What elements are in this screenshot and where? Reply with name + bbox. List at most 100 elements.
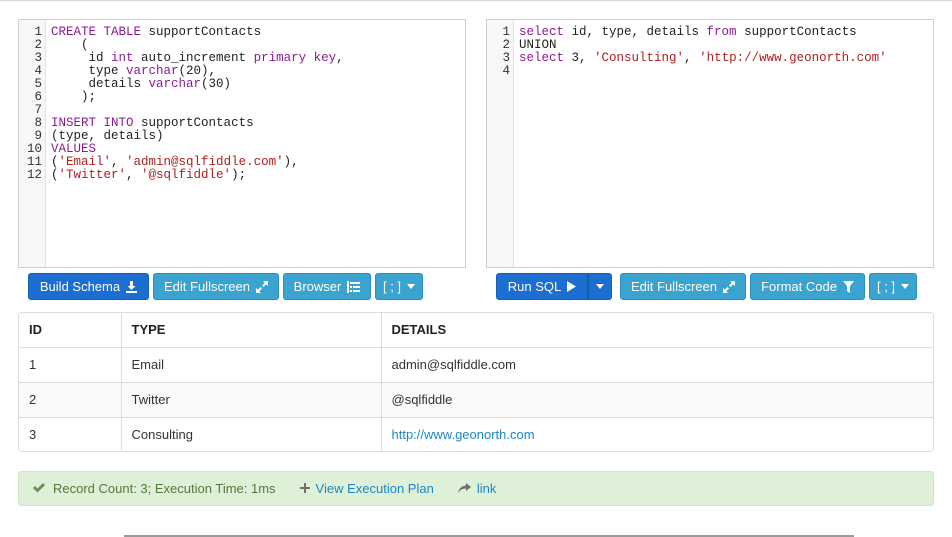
record-count-text: Record Count: 3; Execution Time: 1ms [53, 481, 276, 496]
sql-keyword: varchar [126, 64, 179, 78]
sql-keyword: from [706, 25, 737, 39]
plus-icon [299, 481, 310, 496]
column-header-id: ID [19, 313, 121, 348]
sql-keyword: TABLE [103, 25, 142, 39]
edit-fullscreen-schema-label: Edit Fullscreen [164, 279, 250, 294]
code-text: ('Twitter', '@sqlfiddle'); [42, 169, 246, 182]
terminator-schema-label: [ ; ] [382, 279, 402, 294]
edit-fullscreen-query-button[interactable]: Edit Fullscreen [620, 273, 746, 300]
sql-token: (20), [178, 64, 217, 78]
sql-token: ), [283, 155, 299, 169]
sql-token: UNION [519, 38, 557, 52]
view-execution-plan-link[interactable]: View Execution Plan [299, 481, 434, 496]
sql-token: id, type, details [564, 25, 707, 39]
run-sql-button[interactable]: Run SQL [496, 273, 588, 300]
run-sql-options-dropdown[interactable] [588, 273, 612, 300]
status-summary: Record Count: 3; Execution Time: 1ms [33, 481, 276, 496]
sql-keyword: select [519, 25, 565, 39]
cell-id: 2 [19, 381, 121, 417]
sql-token: , [336, 51, 344, 65]
code-text: ); [42, 91, 96, 104]
share-arrow-icon [457, 481, 471, 496]
sql-string: 'http://www.geonorth.com' [699, 51, 887, 65]
sql-token: supportContacts [133, 116, 254, 130]
browser-button[interactable]: Browser [283, 273, 371, 300]
tree-list-icon [347, 280, 361, 293]
sql-string: 'Consulting' [594, 51, 685, 65]
code-line[interactable]: 6 ); [19, 91, 465, 104]
expand-icon [722, 280, 735, 293]
sql-token: ); [51, 90, 97, 104]
details-link[interactable]: http://www.geonorth.com [392, 427, 535, 442]
sql-token: supportContacts [141, 25, 262, 39]
sql-token: ); [231, 168, 247, 182]
sql-keyword: varchar [148, 77, 202, 91]
sql-keyword: select [519, 51, 565, 65]
sql-string: 'Email' [58, 155, 112, 169]
column-header-details: DETAILS [380, 313, 933, 348]
sql-keyword: CREATE [51, 25, 97, 39]
edit-fullscreen-schema-button[interactable]: Edit Fullscreen [153, 273, 279, 300]
sql-keyword: key [313, 51, 337, 65]
code-line[interactable]: 4 [487, 65, 933, 78]
download-icon [126, 280, 138, 293]
column-header-type: TYPE [120, 313, 381, 348]
statement-terminator-schema-dropdown[interactable]: [ ; ] [375, 273, 423, 300]
caret-down-icon [901, 284, 910, 289]
caret-down-icon [407, 284, 416, 289]
cell-id: 1 [19, 346, 121, 382]
sql-token: 3, [564, 51, 595, 65]
sql-token: supportContacts [736, 25, 857, 39]
results-table-container: ID TYPE DETAILS 1 Email admin@sqlfiddle.… [18, 312, 934, 452]
format-code-button[interactable]: Format Code [750, 273, 865, 300]
sql-keyword: VALUES [51, 142, 97, 156]
caret-down-icon [596, 284, 604, 289]
sql-token: (type, details) [51, 129, 164, 143]
cell-details: @sqlfiddle [380, 381, 933, 417]
cell-type: Email [120, 346, 381, 382]
query-editor-code[interactable]: 1 select id, type, details from supportCo… [487, 26, 933, 78]
sql-token: ( [51, 38, 89, 52]
sql-token: , [126, 168, 142, 182]
code-line[interactable]: 12 ('Twitter', '@sqlfiddle'); [19, 169, 465, 182]
statement-terminator-query-dropdown[interactable]: [ ; ] [869, 273, 917, 300]
permalink-link[interactable]: link [457, 481, 497, 496]
sql-token: , [684, 51, 700, 65]
sql-keyword: primary [253, 51, 307, 65]
view-execution-plan-label: View Execution Plan [315, 481, 434, 496]
cell-details-link: http://www.geonorth.com [380, 416, 933, 451]
sql-keyword: int [111, 51, 134, 65]
sql-token: details [51, 77, 149, 91]
format-code-label: Format Code [761, 279, 837, 294]
permalink-label: link [476, 481, 497, 496]
line-number: 12 [26, 168, 42, 182]
cell-type: Consulting [120, 416, 381, 451]
table-row: 2 Twitter @sqlfiddle [19, 381, 933, 417]
sql-token: auto_increment [133, 51, 254, 65]
sql-token: ( [51, 168, 59, 182]
schema-editor[interactable]: 1 CREATE TABLE supportContacts 2 (3 id int… [18, 19, 466, 268]
cell-id: 3 [19, 416, 121, 451]
table-row: 1 Email admin@sqlfiddle.com [19, 346, 933, 382]
build-schema-button[interactable]: Build Schema [28, 273, 149, 300]
sql-token: , [111, 155, 127, 169]
cell-type: Twitter [120, 381, 381, 417]
code-text: select 3, 'Consulting', 'http://www.geon… [510, 52, 887, 65]
schema-editor-code[interactable]: 1 CREATE TABLE supportContacts 2 (3 id int… [19, 26, 465, 182]
run-sql-label: Run SQL [507, 279, 562, 294]
check-icon [33, 481, 45, 496]
table-row: 3 Consulting http://www.geonorth.com [19, 416, 933, 451]
sql-keyword: INSERT [51, 116, 97, 130]
sql-keyword: INTO [103, 116, 134, 130]
top-divider [0, 0, 952, 1]
code-text: select id, type, details from supportCon… [510, 26, 857, 39]
expand-icon [255, 280, 268, 293]
results-header-row: ID TYPE DETAILS [19, 313, 933, 348]
build-schema-label: Build Schema [39, 279, 121, 294]
sql-string: '@sqlfiddle' [141, 168, 232, 182]
query-editor[interactable]: 1 select id, type, details from supportCo… [486, 19, 934, 268]
code-line[interactable]: 3 select 3, 'Consulting', 'http://www.geo… [487, 52, 933, 65]
